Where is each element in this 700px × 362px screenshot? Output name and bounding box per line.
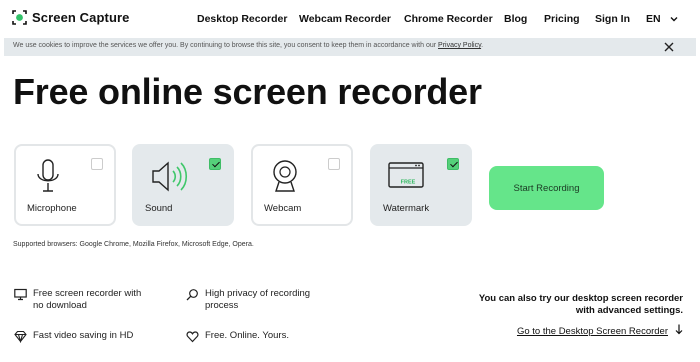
- nav-sign-in[interactable]: Sign In: [595, 13, 630, 25]
- logo-icon: [12, 10, 27, 25]
- start-recording-button[interactable]: Start Recording: [489, 166, 604, 210]
- speaker-icon: [150, 158, 190, 201]
- watermark-icon: FREE: [388, 158, 428, 201]
- close-icon[interactable]: [664, 40, 674, 55]
- nav-desktop-recorder[interactable]: Desktop Recorder: [197, 13, 287, 25]
- heart-icon: [186, 330, 199, 343]
- promo-line-2: with advanced settings.: [575, 305, 683, 316]
- checkbox[interactable]: [447, 158, 459, 170]
- desktop-link-label: Go to the Desktop Screen Recorder: [516, 325, 668, 337]
- language-label: EN: [646, 13, 661, 25]
- logo[interactable]: Screen Capture: [12, 10, 130, 25]
- logo-text: Screen Capture: [32, 10, 130, 25]
- privacy-policy-link[interactable]: Privacy Policy: [438, 42, 481, 49]
- option-label: Sound: [145, 203, 173, 214]
- feature-item: Fast video saving in HD: [14, 330, 134, 344]
- option-microphone[interactable]: Microphone: [14, 144, 116, 226]
- desktop-recorder-link[interactable]: Go to the Desktop Screen Recorder: [517, 324, 683, 338]
- top-header: Screen Capture Desktop Recorder Webcam R…: [0, 0, 700, 38]
- feature-text: High privacy of recording process: [205, 288, 311, 311]
- feature-item: Free screen recorder with no download: [14, 288, 149, 311]
- diamond-icon: [14, 330, 27, 344]
- arrow-down-icon: [675, 324, 683, 338]
- desktop-promo-text: You can also try our desktop screen reco…: [479, 293, 683, 317]
- cookie-banner: We use cookies to improve the services w…: [4, 38, 696, 56]
- cookie-text: We use cookies to improve the services w…: [13, 42, 483, 49]
- feature-text: Free screen recorder with no download: [33, 288, 142, 311]
- page-title: Free online screen recorder: [13, 71, 482, 112]
- chevron-down-icon: [670, 15, 678, 24]
- webcam-icon: [269, 158, 305, 201]
- checkbox[interactable]: [328, 158, 340, 170]
- option-label: Webcam: [264, 203, 302, 214]
- free-badge: FREE: [401, 180, 416, 186]
- nav-chrome-recorder[interactable]: Chrome Recorder: [404, 13, 493, 25]
- search-icon: [186, 288, 199, 301]
- microphone-icon: [32, 158, 68, 201]
- feature-item: Free. Online. Yours.: [186, 330, 289, 343]
- monitor-icon: [14, 288, 27, 301]
- feature-item: High privacy of recording process: [186, 288, 326, 311]
- language-selector[interactable]: EN: [646, 13, 678, 25]
- option-label: Microphone: [27, 203, 77, 214]
- cookie-message: We use cookies to improve the services w…: [13, 42, 437, 49]
- supported-browsers: Supported browsers: Google Chrome, Mozil…: [13, 241, 254, 248]
- cookie-suffix: .: [481, 42, 484, 49]
- option-label: Watermark: [383, 203, 430, 214]
- feature-text: Fast video saving in HD: [33, 330, 134, 341]
- option-watermark[interactable]: FREE Watermark: [370, 144, 472, 226]
- option-webcam[interactable]: Webcam: [251, 144, 353, 226]
- option-sound[interactable]: Sound: [132, 144, 234, 226]
- nav-webcam-recorder[interactable]: Webcam Recorder: [299, 13, 391, 25]
- checkbox[interactable]: [91, 158, 103, 170]
- checkbox[interactable]: [209, 158, 221, 170]
- promo-line-1: You can also try our desktop screen reco…: [478, 293, 683, 304]
- feature-text: Free. Online. Yours.: [205, 330, 289, 341]
- nav-blog[interactable]: Blog: [504, 13, 527, 25]
- nav-pricing[interactable]: Pricing: [544, 13, 580, 25]
